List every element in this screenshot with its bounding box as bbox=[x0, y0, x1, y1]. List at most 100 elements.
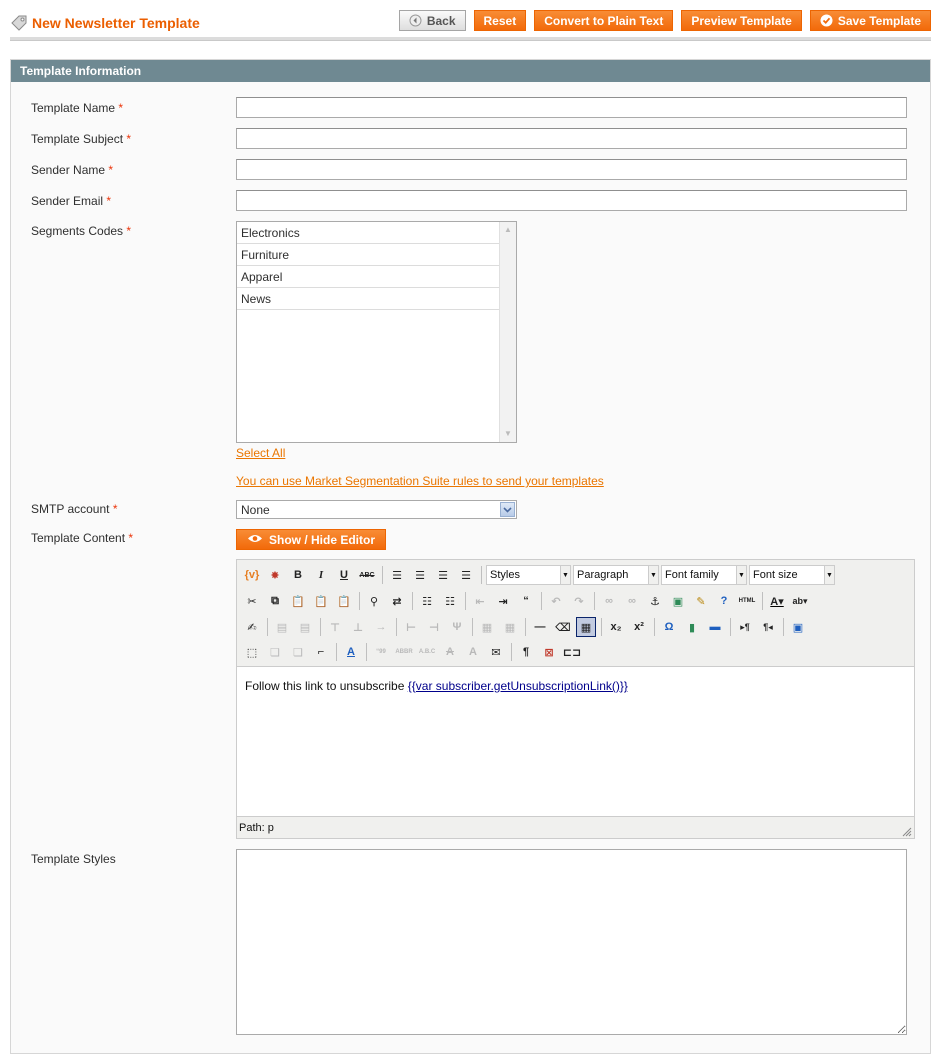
row-after-icon[interactable]: ⊥ bbox=[348, 617, 368, 637]
move-forward-icon[interactable]: ❏ bbox=[265, 642, 285, 662]
delete-row-icon[interactable]: → bbox=[371, 617, 391, 637]
advanced-hr-icon[interactable]: ▬ bbox=[705, 617, 725, 637]
font-size-select[interactable]: Font size ▼ bbox=[749, 565, 835, 585]
template-subject-input[interactable] bbox=[236, 128, 907, 149]
segments-scrollbar[interactable]: ▲ ▼ bbox=[499, 222, 516, 442]
editor-content-area[interactable]: Follow this link to unsubscribe {{var su… bbox=[237, 666, 914, 817]
absolute-position-icon[interactable]: ⌐ bbox=[311, 642, 331, 662]
reset-button[interactable]: Reset bbox=[473, 10, 527, 31]
page-break-icon[interactable]: ⊏⊐ bbox=[562, 642, 582, 662]
media-icon[interactable]: ▮ bbox=[682, 617, 702, 637]
scroll-up-icon[interactable]: ▲ bbox=[503, 225, 513, 235]
table-cell-props-icon[interactable]: ▤ bbox=[295, 617, 315, 637]
scroll-down-icon[interactable]: ▼ bbox=[503, 429, 513, 439]
styleprops-icon[interactable]: A bbox=[341, 642, 361, 662]
edit-content-icon[interactable]: ✍ bbox=[242, 617, 262, 637]
ltr-icon[interactable]: ▸¶ bbox=[735, 617, 755, 637]
col-after-icon[interactable]: ⊣ bbox=[424, 617, 444, 637]
undo-icon[interactable]: ↶ bbox=[546, 591, 566, 611]
insert-variable-icon[interactable]: {v} bbox=[242, 565, 262, 585]
insert-layer-icon[interactable]: ⬚ bbox=[242, 642, 262, 662]
html-source-icon[interactable]: HTML bbox=[737, 591, 757, 611]
abbr-icon[interactable]: ABBR bbox=[394, 642, 414, 662]
move-backward-icon[interactable]: ❏ bbox=[288, 642, 308, 662]
template-name-input[interactable] bbox=[236, 97, 907, 118]
align-left-icon[interactable]: ☰ bbox=[387, 565, 407, 585]
special-char-icon[interactable]: Ω bbox=[659, 617, 679, 637]
help-icon[interactable]: ? bbox=[714, 591, 734, 611]
superscript-icon[interactable]: x² bbox=[629, 617, 649, 637]
save-template-button[interactable]: Save Template bbox=[809, 10, 931, 31]
replace-icon[interactable]: ⇄ bbox=[387, 591, 407, 611]
editor-path: Path: p bbox=[239, 822, 274, 834]
del-icon[interactable]: A bbox=[440, 642, 460, 662]
visual-chars-icon[interactable]: ¶ bbox=[516, 642, 536, 662]
template-content-label: Template Content * bbox=[31, 531, 133, 545]
bullet-list-icon[interactable]: ☷ bbox=[417, 591, 437, 611]
cut-icon[interactable]: ✂ bbox=[242, 591, 262, 611]
italic-icon[interactable]: I bbox=[311, 565, 331, 585]
copy-icon[interactable]: ⧉ bbox=[265, 591, 285, 611]
delete-col-icon[interactable]: Ψ bbox=[447, 617, 467, 637]
segmentation-suite-link[interactable]: You can use Market Segmentation Suite ru… bbox=[236, 474, 604, 488]
paste-icon[interactable]: 📋 bbox=[288, 591, 308, 611]
sender-email-input[interactable] bbox=[236, 190, 907, 211]
fullscreen-icon[interactable]: ▣ bbox=[788, 617, 808, 637]
convert-plain-text-button[interactable]: Convert to Plain Text bbox=[534, 10, 674, 31]
blockquote-icon[interactable]: “ bbox=[516, 591, 536, 611]
segment-option[interactable]: News bbox=[237, 288, 499, 310]
resize-handle-icon[interactable] bbox=[902, 826, 912, 837]
align-center-icon[interactable]: ☰ bbox=[410, 565, 430, 585]
smtp-account-select[interactable]: None bbox=[236, 500, 517, 519]
back-button[interactable]: Back bbox=[398, 10, 466, 31]
segment-option[interactable]: Apparel bbox=[237, 266, 499, 288]
image-icon[interactable]: ▣ bbox=[668, 591, 688, 611]
subscript-icon[interactable]: x₂ bbox=[606, 617, 626, 637]
template-styles-textarea[interactable] bbox=[236, 849, 907, 1035]
bold-icon[interactable]: B bbox=[288, 565, 308, 585]
strikethrough-icon[interactable]: ABC bbox=[357, 565, 377, 585]
select-all-link[interactable]: Select All bbox=[236, 446, 285, 460]
row-before-icon[interactable]: ⊤ bbox=[325, 617, 345, 637]
nonbreaking-icon[interactable]: ⊠ bbox=[539, 642, 559, 662]
rtl-icon[interactable]: ¶◂ bbox=[758, 617, 778, 637]
attributes-icon[interactable]: ✉ bbox=[486, 642, 506, 662]
visual-aid-icon[interactable]: ▦ bbox=[576, 617, 596, 637]
segment-option[interactable]: Furniture bbox=[237, 244, 499, 266]
insert-widget-icon[interactable]: ✸ bbox=[265, 565, 285, 585]
acronym-icon[interactable]: A.B.C bbox=[417, 642, 437, 662]
col-before-icon[interactable]: ⊢ bbox=[401, 617, 421, 637]
ins-icon[interactable]: A bbox=[463, 642, 483, 662]
find-icon[interactable]: ⚲ bbox=[364, 591, 384, 611]
outdent-icon[interactable]: ⇤ bbox=[470, 591, 490, 611]
align-right-icon[interactable]: ☰ bbox=[433, 565, 453, 585]
link-icon[interactable]: ∞ bbox=[599, 591, 619, 611]
numbered-list-icon[interactable]: ☷ bbox=[440, 591, 460, 611]
preview-template-button[interactable]: Preview Template bbox=[681, 10, 802, 31]
indent-icon[interactable]: ⇥ bbox=[493, 591, 513, 611]
background-color-icon[interactable]: ab▾ bbox=[790, 591, 810, 611]
font-family-select[interactable]: Font family ▼ bbox=[661, 565, 747, 585]
paste-text-icon[interactable]: 📋 bbox=[311, 591, 331, 611]
segments-multiselect[interactable]: Electronics Furniture Apparel News ▲ ▼ bbox=[236, 221, 517, 443]
cleanup-icon[interactable]: ✎ bbox=[691, 591, 711, 611]
split-cells-icon[interactable]: ▦ bbox=[477, 617, 497, 637]
merge-cells-icon[interactable]: ▦ bbox=[500, 617, 520, 637]
anchor-icon[interactable]: ⚓ bbox=[645, 591, 665, 611]
align-justify-icon[interactable]: ☰ bbox=[456, 565, 476, 585]
remove-format-icon[interactable]: ⌫ bbox=[553, 617, 573, 637]
cite-icon[interactable]: “99 bbox=[371, 642, 391, 662]
styles-select[interactable]: Styles ▼ bbox=[486, 565, 571, 585]
segment-option[interactable]: Electronics bbox=[237, 222, 499, 244]
format-select[interactable]: Paragraph ▼ bbox=[573, 565, 659, 585]
unlink-icon[interactable]: ∞ bbox=[622, 591, 642, 611]
text-color-icon[interactable]: A▾ bbox=[767, 591, 787, 611]
table-row-props-icon[interactable]: ▤ bbox=[272, 617, 292, 637]
sender-name-input[interactable] bbox=[236, 159, 907, 180]
chevron-down-icon[interactable] bbox=[500, 502, 515, 517]
underline-icon[interactable]: U bbox=[334, 565, 354, 585]
horizontal-rule-icon[interactable]: — bbox=[530, 617, 550, 637]
redo-icon[interactable]: ↷ bbox=[569, 591, 589, 611]
paste-word-icon[interactable]: 📋 bbox=[334, 591, 354, 611]
show-hide-editor-button[interactable]: Show / Hide Editor bbox=[236, 529, 387, 550]
